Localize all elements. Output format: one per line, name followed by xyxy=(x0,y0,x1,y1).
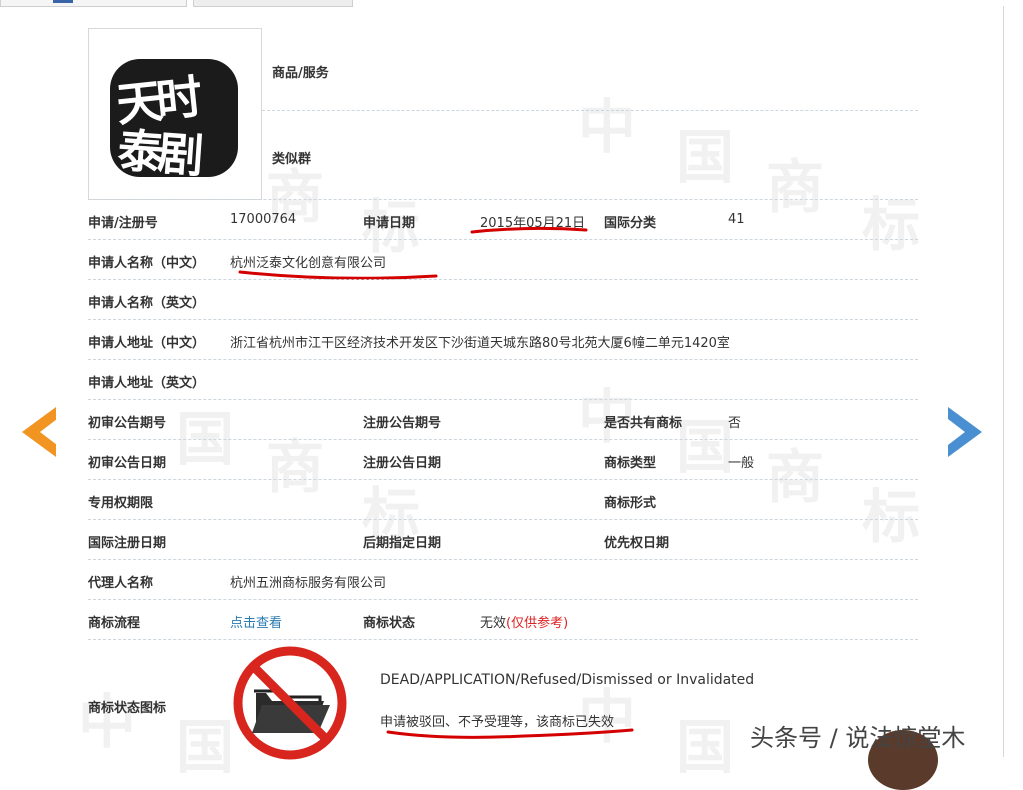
divider xyxy=(88,239,918,240)
next-arrow-cut xyxy=(948,419,965,445)
process-label: 商标流程 xyxy=(88,616,141,631)
divider xyxy=(88,599,918,600)
divider xyxy=(88,359,918,360)
applicant-underline xyxy=(238,270,438,280)
logo-glyph-bottom: 泰剧 xyxy=(116,123,200,177)
status-value: 无效(仅供参考) xyxy=(480,612,568,631)
intl-class-label: 国际分类 xyxy=(604,216,657,231)
divider xyxy=(88,519,918,520)
reg-no-label: 申请/注册号 xyxy=(88,216,158,231)
address-cn-label: 申请人地址（中文） xyxy=(88,336,206,351)
mark-type-value: 一般 xyxy=(728,456,755,471)
divider xyxy=(88,199,918,200)
shared-value: 否 xyxy=(728,416,742,431)
intl-class-value: 41 xyxy=(728,212,745,227)
tab-marker xyxy=(53,0,73,3)
trademark-image: 天时 泰剧 xyxy=(88,28,262,200)
agent-label: 代理人名称 xyxy=(88,576,154,591)
divider xyxy=(88,479,918,480)
similar-group-label: 类似群 xyxy=(272,152,312,167)
status-underline xyxy=(386,728,634,739)
trademark-logo: 天时 泰剧 xyxy=(110,59,238,177)
reg-no-value: 17000764 xyxy=(230,212,297,227)
status-note: (仅供参考) xyxy=(506,616,569,631)
reg-pub-date-label: 注册公告日期 xyxy=(363,456,442,471)
goods-services-label: 商品/服务 xyxy=(272,66,329,81)
status-label: 商标状态 xyxy=(363,616,416,631)
shared-label: 是否共有商标 xyxy=(604,416,683,431)
prev-arrow-cut xyxy=(40,419,57,445)
mark-form-label: 商标形式 xyxy=(604,496,657,511)
prelim-pub-date-label: 初审公告日期 xyxy=(88,456,167,471)
divider xyxy=(88,279,918,280)
agent-value: 杭州五洲商标服务有限公司 xyxy=(230,576,387,591)
divider xyxy=(88,399,918,400)
address-cn-value: 浙江省杭州市江干区经济技术开发区下沙街道天城东路80号北苑大厦6幢二单元1420… xyxy=(230,336,730,351)
priority-date-label: 优先权日期 xyxy=(604,536,670,551)
divider xyxy=(88,439,918,440)
address-en-label: 申请人地址（英文） xyxy=(88,376,206,391)
divider xyxy=(88,319,918,320)
applicant-cn-label: 申请人名称（中文） xyxy=(88,256,206,271)
status-value-text: 无效 xyxy=(480,616,507,631)
apply-date-label: 申请日期 xyxy=(363,216,416,231)
later-designation-label: 后期指定日期 xyxy=(363,536,442,551)
mark-type-label: 商标类型 xyxy=(604,456,657,471)
reg-pub-no-label: 注册公告期号 xyxy=(363,416,442,431)
process-link[interactable]: 点击查看 xyxy=(230,612,282,631)
exclusive-period-label: 专用权期限 xyxy=(88,496,154,511)
divider xyxy=(262,110,918,111)
source-caption: 头条号 / 说法惊堂木 xyxy=(750,724,966,752)
date-underline xyxy=(470,226,588,234)
applicant-en-label: 申请人名称（英文） xyxy=(88,296,206,311)
prelim-pub-no-label: 初审公告期号 xyxy=(88,416,167,431)
intl-reg-date-label: 国际注册日期 xyxy=(88,536,167,551)
status-en: DEAD/APPLICATION/Refused/Dismissed or In… xyxy=(380,672,755,688)
divider xyxy=(88,639,918,640)
invalid-folder-icon xyxy=(233,646,347,760)
status-icon-label: 商标状态图标 xyxy=(88,701,167,716)
divider xyxy=(88,559,918,560)
